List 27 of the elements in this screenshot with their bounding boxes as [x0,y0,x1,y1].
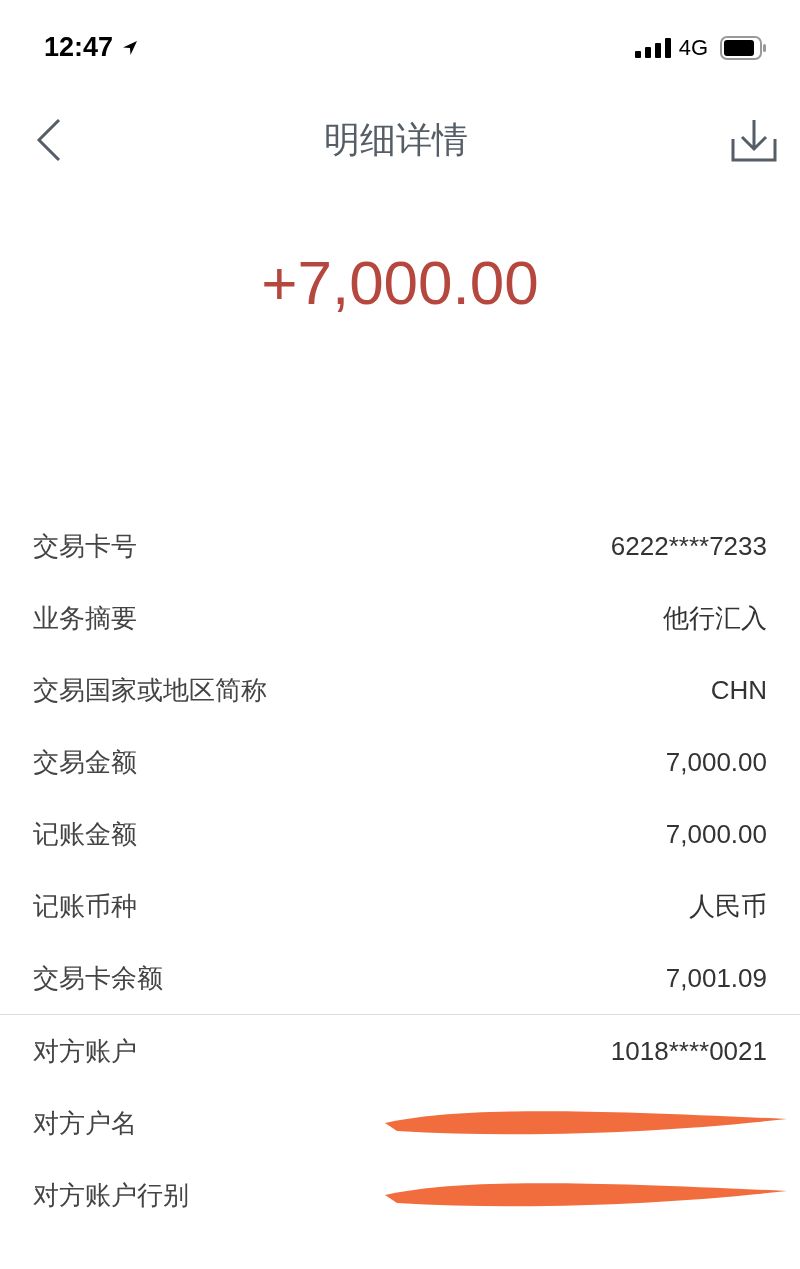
field-value: 7,000.00 [665,818,767,850]
back-button[interactable] [36,118,62,162]
field-label: 交易卡余额 [33,961,163,995]
field-label: 交易金额 [33,745,137,779]
field-value: CHN [710,674,767,706]
field-value: 他行汇入 [663,601,767,635]
status-time: 12:47 [44,32,114,63]
field-label: 对方账户 [33,1034,137,1068]
field-value: 人民币 [689,889,767,923]
field-label: 记账金额 [33,817,137,851]
field-label: 交易国家或地区简称 [33,673,267,707]
battery-icon [720,35,768,60]
field-value: 7,001.09 [665,962,767,994]
field-value: 6222****7233 [610,530,767,562]
field-label: 记账币种 [33,889,137,923]
page-title: 明细详情 [324,117,468,162]
field-label: 对方账户行别 [33,1178,189,1212]
download-button[interactable] [730,117,778,163]
location-arrow-icon [121,38,140,57]
field-value: 1018****0021 [610,1035,767,1067]
field-label: 业务摘要 [33,601,137,635]
field-value: 7,000.00 [665,746,767,778]
signal-icon [634,37,671,58]
network-label: 4G [678,34,708,61]
transaction-amount: +7,000.00 [261,247,539,317]
field-label: 交易卡号 [33,529,137,563]
field-label: 对方户名 [33,1106,137,1140]
